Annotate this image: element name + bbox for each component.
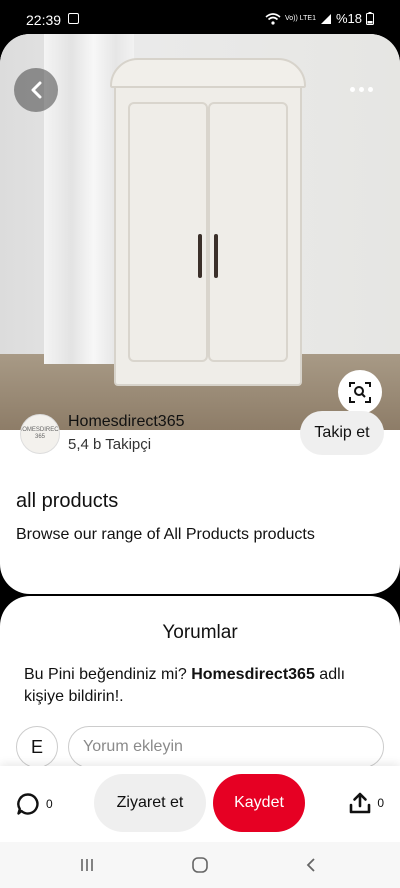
comments-heading: Yorumlar <box>162 622 238 643</box>
prompt-start: Bu Pini beğendiniz mi? <box>24 666 187 683</box>
signal-icon <box>320 13 331 24</box>
share-icon <box>350 792 371 814</box>
pin-image[interactable] <box>0 34 400 430</box>
battery-percent: %18 <box>335 11 362 26</box>
avatar-logo-text: HOMESDIRECT 365 <box>20 427 60 440</box>
battery-icon <box>366 12 374 25</box>
wardrobe-door-left <box>128 102 208 362</box>
follow-button[interactable]: Takip et <box>300 411 384 455</box>
chevron-left-icon <box>31 81 42 99</box>
comments-prompt: Bu Pini beğendiniz mi? Homesdirect365 ad… <box>24 664 384 708</box>
save-button[interactable]: Kaydet <box>213 774 305 832</box>
creator-followers: 5,4 b Takipçi <box>68 436 152 453</box>
comment-action[interactable]: 0 <box>16 792 53 816</box>
status-time: 22:39 <box>26 12 62 28</box>
status-right: Vo)) LTE1 %18 <box>265 11 374 26</box>
creator-name[interactable]: Homesdirect365 <box>68 413 185 431</box>
share-action[interactable]: 0 <box>349 792 384 814</box>
action-bar: 0 Ziyaret et Kaydet 0 <box>0 766 400 842</box>
user-avatar[interactable]: E <box>16 726 58 768</box>
door-handle <box>198 234 202 278</box>
status-bar: 22:39 Vo)) LTE1 %18 <box>0 0 400 34</box>
nav-back-icon[interactable] <box>296 854 326 876</box>
creator-row: HOMESDIRECT 365 Homesdirect365 5,4 b Tak… <box>0 408 400 468</box>
prompt-creator-name: Homesdirect365 <box>191 666 315 683</box>
door-handle <box>214 234 218 278</box>
wifi-icon <box>265 12 281 25</box>
wardrobe-illustration <box>110 58 306 386</box>
lens-search-icon <box>349 382 371 403</box>
volte-label: Vo)) LTE1 <box>284 15 316 22</box>
recent-apps-icon[interactable] <box>72 854 102 876</box>
comment-count: 0 <box>46 797 53 811</box>
back-button[interactable] <box>14 68 58 112</box>
wardrobe-crown <box>110 58 306 88</box>
more-options-icon[interactable] <box>344 74 378 104</box>
comment-input[interactable]: Yorum ekleyin <box>68 726 384 768</box>
share-count: 0 <box>377 796 384 810</box>
wardrobe-door-right <box>208 102 288 362</box>
visit-button[interactable]: Ziyaret et <box>94 774 206 832</box>
notification-icon <box>68 13 79 24</box>
comment-icon <box>17 793 39 815</box>
home-icon[interactable] <box>185 854 215 876</box>
pin-description: Browse our range of All Products product… <box>16 526 315 543</box>
pin-title: all products <box>16 490 119 512</box>
system-nav-bar <box>0 842 400 888</box>
creator-avatar[interactable]: HOMESDIRECT 365 <box>20 414 60 454</box>
